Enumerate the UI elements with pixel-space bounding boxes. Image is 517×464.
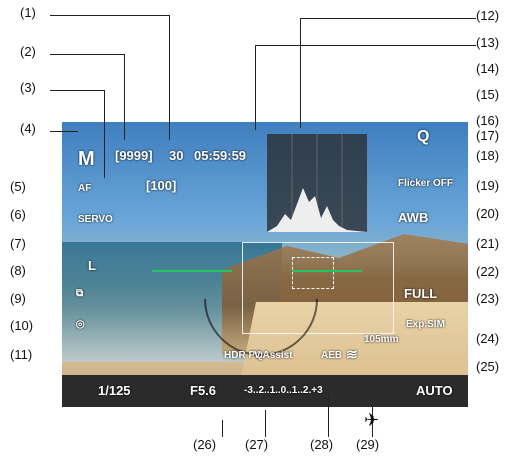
- histogram: [267, 134, 367, 232]
- leader-4: [50, 131, 78, 132]
- iso: AUTO: [416, 383, 453, 398]
- shutter-speed: 1/125: [98, 383, 131, 398]
- bottom-bar: 1/125 F5.6 -3..2..1..0..1..2.+3 AUTO: [62, 375, 468, 407]
- leader-13-v: [255, 45, 256, 130]
- leader-13: [255, 45, 476, 46]
- max-burst: 30: [169, 148, 184, 163]
- buffer-count: [100]: [146, 178, 177, 193]
- callout-7: (7): [10, 236, 26, 251]
- callout-12: (12): [476, 8, 500, 23]
- callout-26: (26): [193, 437, 217, 452]
- leader-3: [50, 90, 105, 91]
- callout-28: (28): [310, 437, 334, 452]
- exposure-sim: Exp.SIM: [406, 319, 445, 330]
- image-quality: L: [88, 258, 96, 273]
- leader-28: [328, 395, 329, 437]
- callout-11: (11): [10, 347, 33, 362]
- time-remaining: 05:59:59: [194, 148, 247, 163]
- leader-3-v: [104, 90, 105, 178]
- shooting-mode: M: [78, 148, 95, 170]
- callout-2: (2): [20, 44, 36, 59]
- callout-16: (16): [476, 113, 500, 128]
- aeb: AEB: [321, 350, 343, 361]
- callout-21: (21): [476, 236, 500, 251]
- metering-icon: ⌾: [76, 316, 85, 332]
- wifi-icon: ≋: [346, 346, 358, 362]
- callout-5: (5): [10, 179, 26, 194]
- callout-3: (3): [20, 80, 36, 95]
- leader-1-v: [169, 15, 170, 140]
- callout-23: (23): [476, 291, 500, 306]
- servo-label: SERVO: [78, 214, 113, 225]
- shots-remaining: [9999]: [115, 148, 153, 163]
- callout-20: (20): [476, 206, 500, 221]
- drive-mode-icon: ⧉: [76, 288, 84, 299]
- callout-27: (27): [245, 437, 269, 452]
- callout-1: (1): [20, 5, 36, 20]
- leader-1: [50, 15, 170, 16]
- callout-17: (17): [476, 128, 500, 143]
- leader-27: [265, 410, 266, 437]
- leader-12: [300, 18, 476, 19]
- callout-19: (19): [476, 178, 500, 193]
- callout-10: (10): [10, 318, 34, 333]
- exposure-scale: -3..2..1..0..1..2.+3: [244, 385, 323, 396]
- flicker-indicator: Flicker OFF: [398, 178, 454, 189]
- aperture: F5.6: [190, 383, 217, 398]
- histogram-plot: [267, 134, 367, 232]
- full-indicator: FULL: [404, 286, 438, 301]
- callout-6: (6): [10, 207, 26, 222]
- callout-18: (18): [476, 148, 500, 163]
- view-assist: V.Assist: [254, 350, 293, 361]
- callout-15: (15): [476, 87, 500, 102]
- callout-25: (25): [476, 359, 500, 374]
- callout-13: (13): [476, 35, 500, 50]
- leader-12-v: [300, 18, 301, 128]
- af-operation: AF: [78, 183, 92, 194]
- q-button[interactable]: Q: [417, 128, 429, 146]
- focal-length: 105mm: [364, 334, 399, 345]
- callout-14: (14): [476, 61, 500, 76]
- callout-8: (8): [10, 263, 26, 278]
- airplane-icon: ✈: [364, 410, 380, 430]
- callout-29: (29): [356, 437, 380, 452]
- callout-22: (22): [476, 264, 500, 279]
- live-view-screen: M AF SERVO L ⧉ ⌾ [9999] 30 [100] 05:59:5…: [62, 122, 468, 407]
- leader-26: [222, 420, 223, 437]
- callout-9: (9): [10, 291, 26, 306]
- callout-24: (24): [476, 331, 500, 346]
- white-balance: AWB: [398, 210, 429, 225]
- leader-2-v: [124, 54, 125, 140]
- leader-2: [50, 54, 125, 55]
- callout-4: (4): [20, 121, 36, 136]
